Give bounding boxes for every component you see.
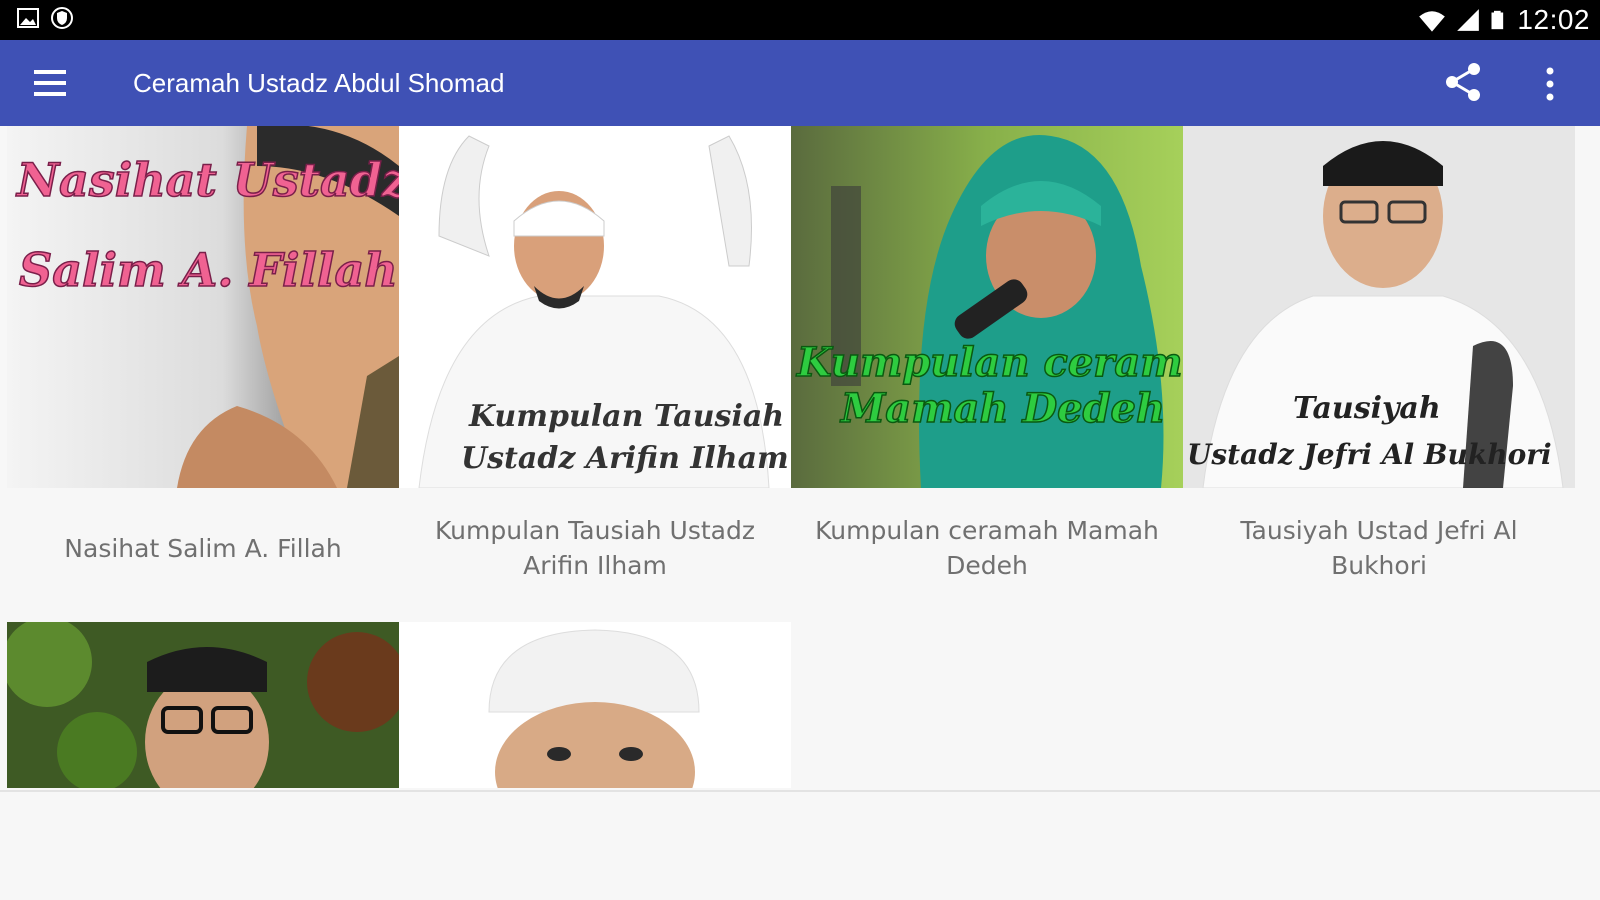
portrait-image: Nasihat Ustadz Salim A. Fillah [7, 126, 399, 488]
portrait-image [399, 622, 791, 788]
status-left [16, 6, 74, 30]
grid-item[interactable]: Kumpulan Tausiah Ustadz Arifin Ilham Kum… [399, 126, 791, 608]
signal-icon [1457, 9, 1480, 31]
thumb-text-line1: Kumpulan Tausiah [468, 399, 784, 434]
grid-item-caption: Tausiyah Ustad Jefri Al Bukhori [1240, 516, 1518, 580]
thumb-text-line2: Ustadz Arifin Ilham [461, 441, 789, 476]
portrait-image: Kumpulan Tausiah Ustadz Arifin Ilham [399, 126, 791, 488]
menu-button[interactable] [30, 64, 74, 104]
grid-item[interactable]: Nasihat Ustadz Salim A. Fillah Nasihat S… [7, 126, 399, 608]
portrait-image: Kumpulan ceramah Mamah Dedeh [791, 126, 1183, 488]
thumb-text-line1: Nasihat Ustadz [15, 153, 399, 207]
battery-icon [1491, 10, 1504, 30]
shield-icon [51, 7, 73, 29]
image-icon [17, 8, 39, 28]
grid-item[interactable] [399, 622, 791, 788]
thumb-text-line1: Kumpulan ceramah [796, 339, 1183, 386]
grid-item-caption: Kumpulan Tausiah Ustadz Arifin Ilham [435, 516, 755, 580]
grid-item-thumbnail: Kumpulan Tausiah Ustadz Arifin Ilham [399, 126, 791, 488]
menu-icon [34, 70, 66, 96]
status-bar: 12:02 [0, 0, 1600, 40]
grid-item-thumbnail: Kumpulan ceramah Mamah Dedeh [791, 126, 1183, 488]
app-bar: Ceramah Ustadz Abdul Shomad [0, 40, 1600, 126]
app-title: Ceramah Ustadz Abdul Shomad [133, 68, 505, 98]
grid-item[interactable]: Tausiyah Ustadz Jefri Al Bukhori Tausiya… [1183, 126, 1575, 608]
grid-item-thumbnail: Nasihat Ustadz Salim A. Fillah [7, 126, 399, 488]
wifi-icon [1419, 11, 1446, 32]
grid-item[interactable] [7, 622, 399, 788]
grid-item-thumbnail [7, 622, 399, 788]
thumb-text-line1: Tausiyah [1293, 391, 1441, 426]
thumb-text-line2: Mamah Dedeh [839, 385, 1165, 432]
thumb-text-line2: Salim A. Fillah [19, 243, 398, 297]
more-vert-icon [1546, 67, 1554, 101]
grid-item-caption: Kumpulan ceramah Mamah Dedeh [815, 516, 1159, 580]
portrait-image [7, 622, 399, 788]
more-options-button[interactable] [1540, 62, 1560, 106]
thumb-text-line2: Ustadz Jefri Al Bukhori [1187, 438, 1552, 471]
portrait-image: Tausiyah Ustadz Jefri Al Bukhori [1183, 126, 1575, 488]
grid-item-caption: Nasihat Salim A. Fillah [64, 533, 342, 563]
status-right: 12:02 [1417, 4, 1590, 36]
share-icon [1446, 63, 1480, 101]
share-button[interactable] [1442, 60, 1486, 104]
clock: 12:02 [1517, 4, 1590, 35]
divider [0, 790, 1600, 792]
grid-item-thumbnail: Tausiyah Ustadz Jefri Al Bukhori [1183, 126, 1575, 488]
grid-item[interactable]: Kumpulan ceramah Mamah Dedeh Kumpulan ce… [791, 126, 1183, 608]
grid-item-thumbnail [399, 622, 791, 788]
